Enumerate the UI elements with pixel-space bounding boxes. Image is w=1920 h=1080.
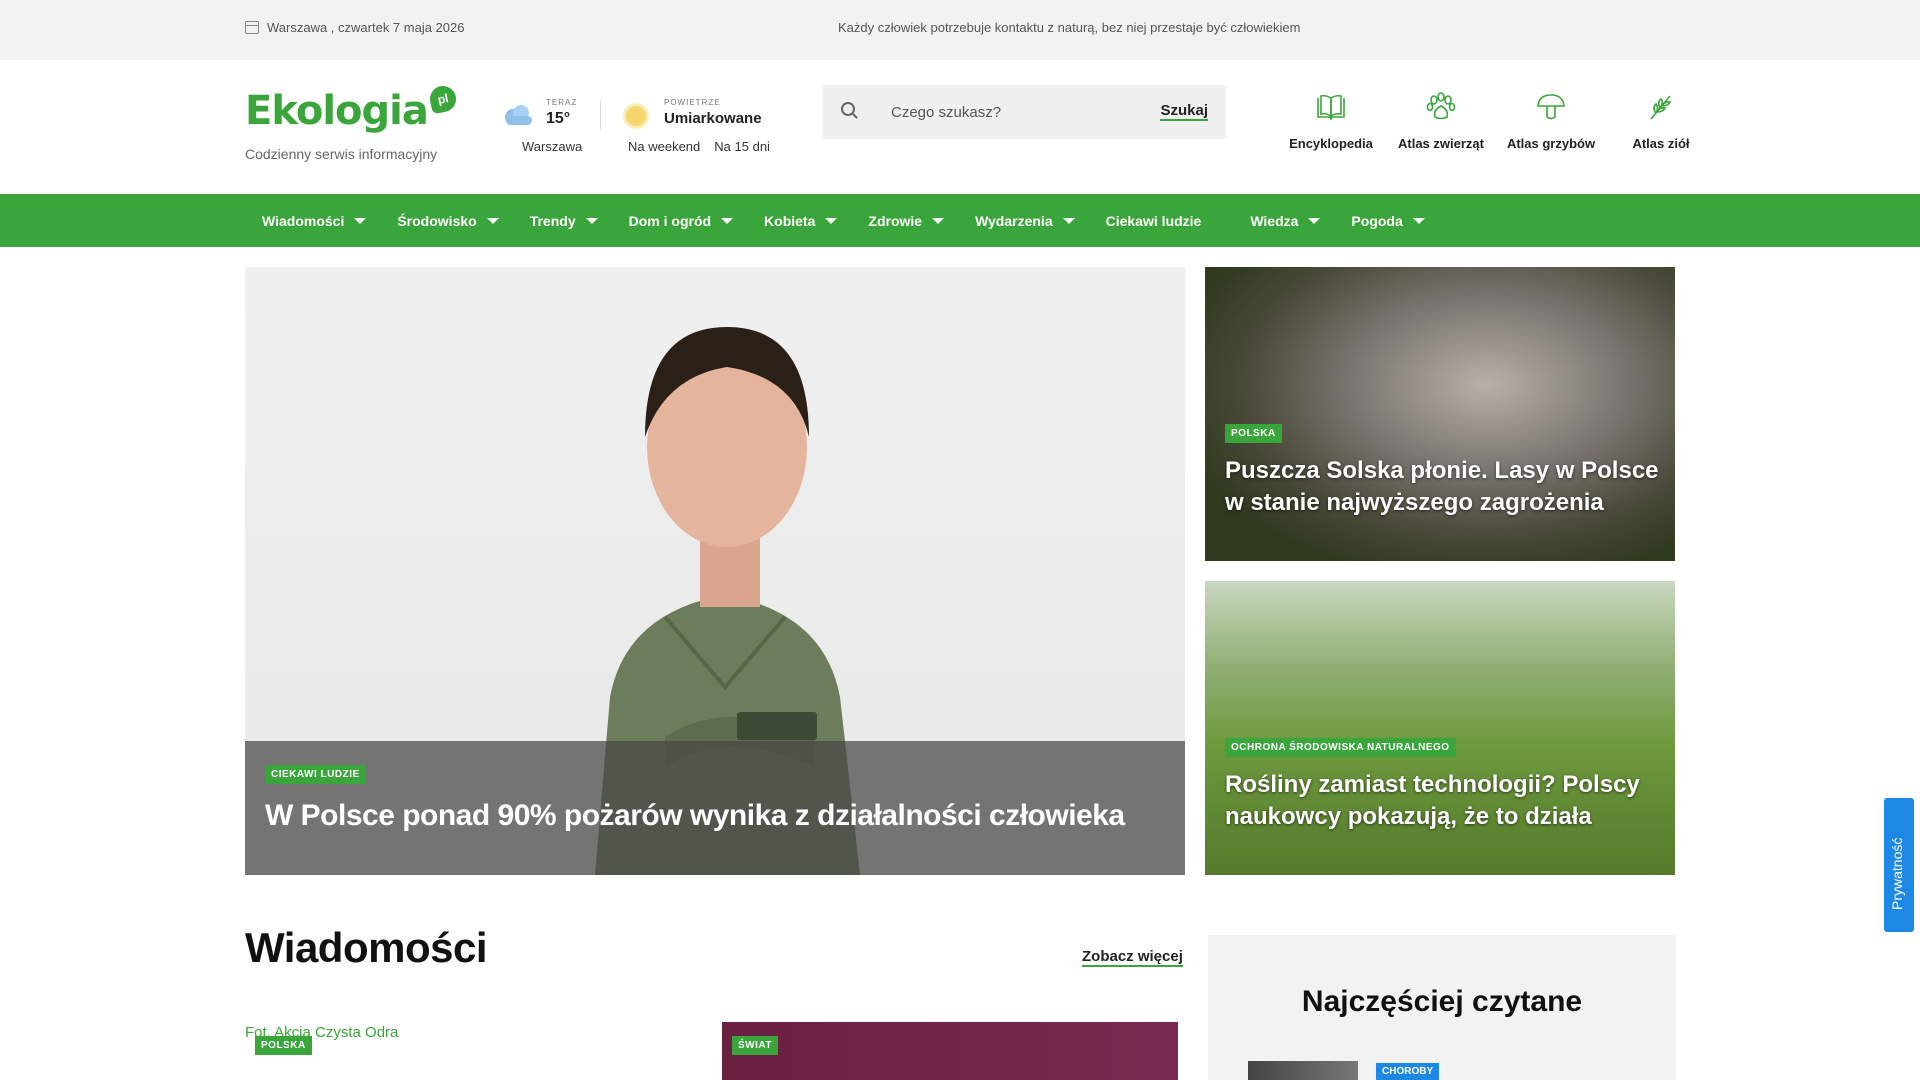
- caret-down-icon: [1062, 217, 1075, 224]
- shortcut-label: Atlas zwierząt: [1398, 136, 1484, 151]
- herb-icon: [1650, 95, 1672, 120]
- caret-down-icon: [354, 217, 367, 224]
- nav-item-label: Wydarzenia: [975, 212, 1053, 229]
- section-title: Wiadomości: [245, 924, 488, 971]
- shortcut-label: Atlas ziół: [1632, 136, 1690, 151]
- search-icon: [841, 102, 855, 116]
- nav-item-label: Ciekawi ludzie: [1105, 212, 1202, 229]
- nav-item-label: Pogoda: [1351, 212, 1403, 229]
- featured-card-forest-fire[interactable]: POLSKA Puszcza Solska płonie. Lasy w Pol…: [1205, 267, 1675, 561]
- search-button[interactable]: Szukaj: [1160, 102, 1208, 121]
- category-tag[interactable]: OCHRONA ŚRODOWISKA NATURALNEGO: [1225, 738, 1456, 757]
- forecast-weekend-link[interactable]: Na weekend: [628, 139, 700, 154]
- nav-item-wiadomości[interactable]: Wiadomości: [262, 212, 367, 229]
- shortcut-herbs[interactable]: Atlas ziół: [1606, 90, 1716, 151]
- search-box: Szukaj: [823, 85, 1226, 139]
- nav-item-label: Wiadomości: [262, 212, 345, 229]
- category-tag[interactable]: CIEKAWI LUDZIE: [265, 765, 366, 784]
- main-nav-items: Wiadomości Środowisko Trendy Dom i ogród Kob…: [262, 194, 1456, 247]
- shortcut-encyclopedia[interactable]: Encyklopedia: [1276, 90, 1386, 151]
- main-nav: Wiadomości Środowisko Trendy Dom i ogród Kob…: [0, 194, 1920, 247]
- nav-item-wydarzenia[interactable]: Wydarzenia: [975, 213, 1075, 229]
- caret-down-icon: [1412, 217, 1425, 224]
- shortcut-label: Encyklopedia: [1289, 136, 1373, 151]
- caret-down-icon: [825, 217, 838, 224]
- nav-item-dom-i-ogród[interactable]: Dom i ogród: [628, 212, 734, 229]
- category-tag[interactable]: POLSKA: [255, 1036, 312, 1055]
- air-quality-value: Umiarkowane: [664, 110, 762, 127]
- weather-temperature: 15°: [546, 110, 571, 127]
- site-tagline: Codzienny serwis informacyjny: [245, 146, 438, 162]
- category-tag[interactable]: POLSKA: [1225, 424, 1282, 443]
- shortcut-animals[interactable]: Atlas zwierząt: [1386, 90, 1496, 151]
- nav-item-label: Dom i ogród: [628, 212, 712, 229]
- nav-item-zdrowie[interactable]: Zdrowie: [868, 212, 945, 229]
- shortcut-label: Atlas grzybów: [1506, 136, 1596, 151]
- caret-down-icon: [932, 217, 945, 224]
- logo-text: Ekologia: [245, 88, 429, 134]
- air-label: POWIETRZE: [664, 98, 721, 107]
- nav-item-trendy[interactable]: Trendy: [530, 213, 598, 229]
- atlas-shortcuts: Encyklopedia Atlas zwierząt Atlas grzybó…: [1276, 90, 1716, 151]
- most-read-panel: Najczęściej czytane CHOROBY: [1208, 935, 1676, 1080]
- weather-divider: [600, 100, 601, 130]
- hero-caption: CIEKAWI LUDZIE W Polsce ponad 90% pożaró…: [245, 741, 1185, 875]
- nav-item-kobieta[interactable]: Kobieta: [764, 212, 838, 229]
- hero-article[interactable]: CIEKAWI LUDZIE W Polsce ponad 90% pożaró…: [245, 267, 1185, 875]
- card-title[interactable]: Rośliny zamiast technologii? Polscy nauk…: [1225, 769, 1665, 833]
- weather-city: Warszawa: [522, 139, 583, 154]
- search-input[interactable]: [891, 101, 1151, 123]
- caret-down-icon: [1308, 217, 1321, 224]
- nav-item-label: Kobieta: [764, 212, 816, 229]
- mushroom-icon: [1537, 94, 1565, 120]
- forecast-15-days-link[interactable]: Na 15 dni: [714, 139, 770, 154]
- featured-card-plants[interactable]: OCHRONA ŚRODOWISKA NATURALNEGO Rośliny z…: [1205, 581, 1675, 875]
- calendar-icon: [245, 21, 259, 34]
- weather-label: TERAZ: [546, 98, 578, 107]
- hero-title[interactable]: W Polsce ponad 90% pożarów wynika z dzia…: [265, 799, 1125, 833]
- news-card[interactable]: ŚWIAT: [722, 1022, 1178, 1080]
- forecast-links: Na weekend Na 15 dni: [628, 139, 770, 154]
- shortcut-mushrooms[interactable]: Atlas grzybów: [1496, 90, 1606, 151]
- site-logo[interactable]: Ekologia pl: [245, 83, 459, 134]
- nav-item-ciekawi-ludzie[interactable]: Ciekawi ludzie: [1106, 213, 1202, 229]
- nav-item-środowisko[interactable]: Środowisko: [397, 212, 499, 229]
- most-read-thumbnail[interactable]: [1248, 1061, 1358, 1080]
- site-header: Ekologia pl Codzienny serwis informacyjn…: [0, 60, 1920, 194]
- category-tag[interactable]: ŚWIAT: [732, 1036, 778, 1055]
- date-line: Warszawa , czwartek 7 maja 2026: [245, 20, 464, 35]
- news-card[interactable]: Fot. Akcja Czysta Odra POLSKA: [245, 1022, 700, 1080]
- most-read-title: Najczęściej czytane: [1301, 985, 1583, 1018]
- sun-icon: [626, 106, 646, 126]
- nav-item-label: Trendy: [529, 212, 576, 229]
- paw-icon: [1426, 92, 1456, 120]
- cloud-icon: [505, 105, 532, 125]
- daily-quote: Każdy człowiek potrzebuje kontaktu z nat…: [838, 20, 1301, 35]
- caret-down-icon: [585, 217, 598, 224]
- card-title[interactable]: Puszcza Solska płonie. Lasy w Polsce w s…: [1225, 455, 1665, 519]
- nav-item-label: Zdrowie: [868, 212, 923, 229]
- caret-down-icon: [486, 217, 499, 224]
- see-more-link[interactable]: Zobacz więcej: [1082, 948, 1183, 967]
- nav-item-label: Wiedza: [1250, 212, 1299, 229]
- date-text: Warszawa , czwartek 7 maja 2026: [267, 20, 465, 35]
- logo-pl-badge: pl: [427, 83, 459, 115]
- book-icon: [1317, 94, 1345, 121]
- nav-item-wiedza[interactable]: Wiedza: [1250, 212, 1321, 229]
- category-tag[interactable]: CHOROBY: [1376, 1063, 1440, 1080]
- caret-down-icon: [721, 217, 734, 224]
- privacy-label: Prywatność: [1889, 837, 1905, 910]
- nav-item-pogoda[interactable]: Pogoda: [1351, 212, 1425, 229]
- privacy-button[interactable]: Prywatność: [1884, 798, 1914, 932]
- top-bar: Warszawa , czwartek 7 maja 2026 Każdy cz…: [0, 0, 1920, 60]
- nav-item-label: Środowisko: [397, 212, 477, 229]
